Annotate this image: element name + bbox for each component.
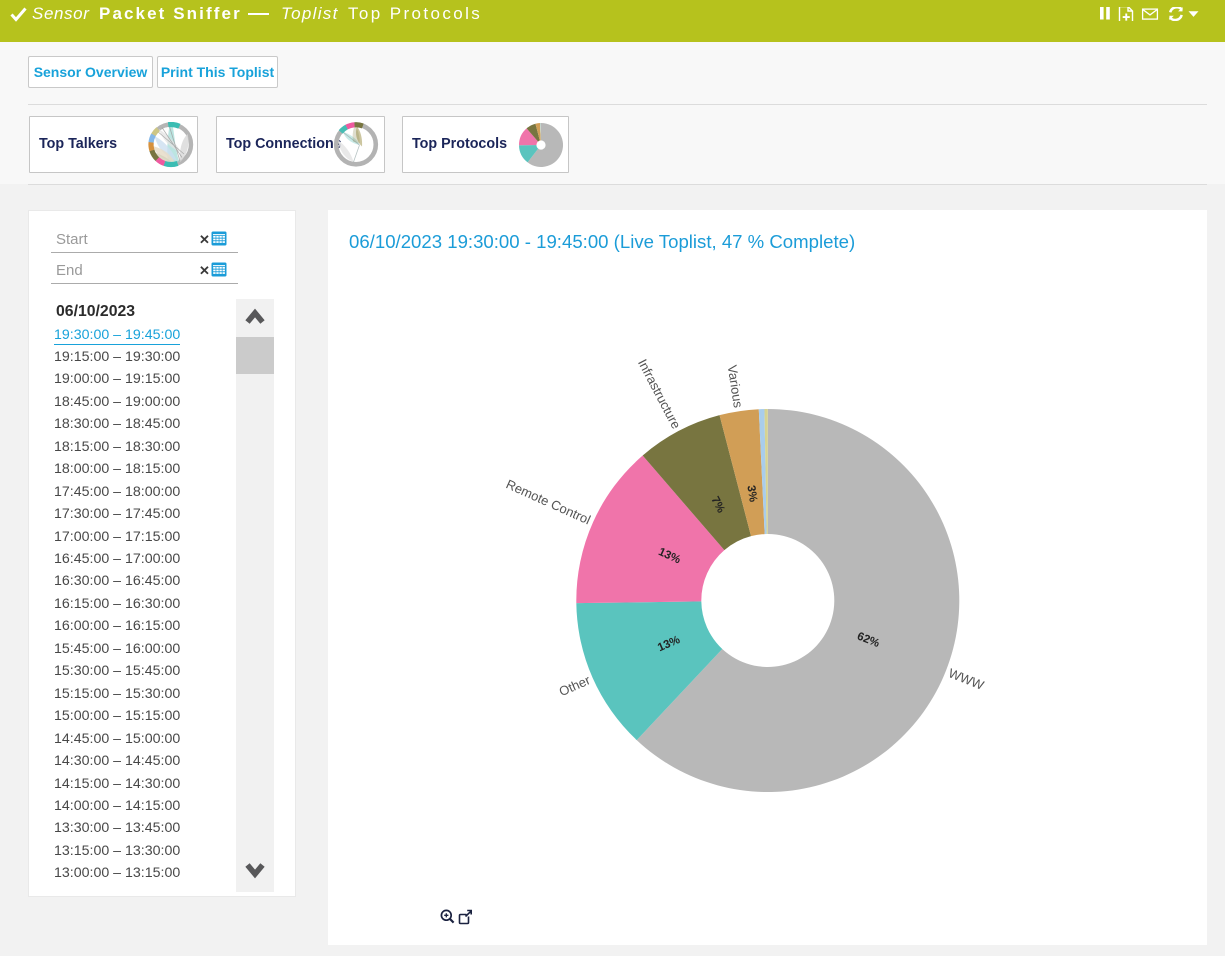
svg-text:Other: Other xyxy=(557,672,593,699)
svg-text:Remote Control: Remote Control xyxy=(504,476,593,527)
svg-text:Various: Various xyxy=(725,364,746,409)
svg-text:3%: 3% xyxy=(744,485,758,503)
svg-text:Infrastructure: Infrastructure xyxy=(635,356,684,431)
svg-text:WWW: WWW xyxy=(946,665,986,693)
